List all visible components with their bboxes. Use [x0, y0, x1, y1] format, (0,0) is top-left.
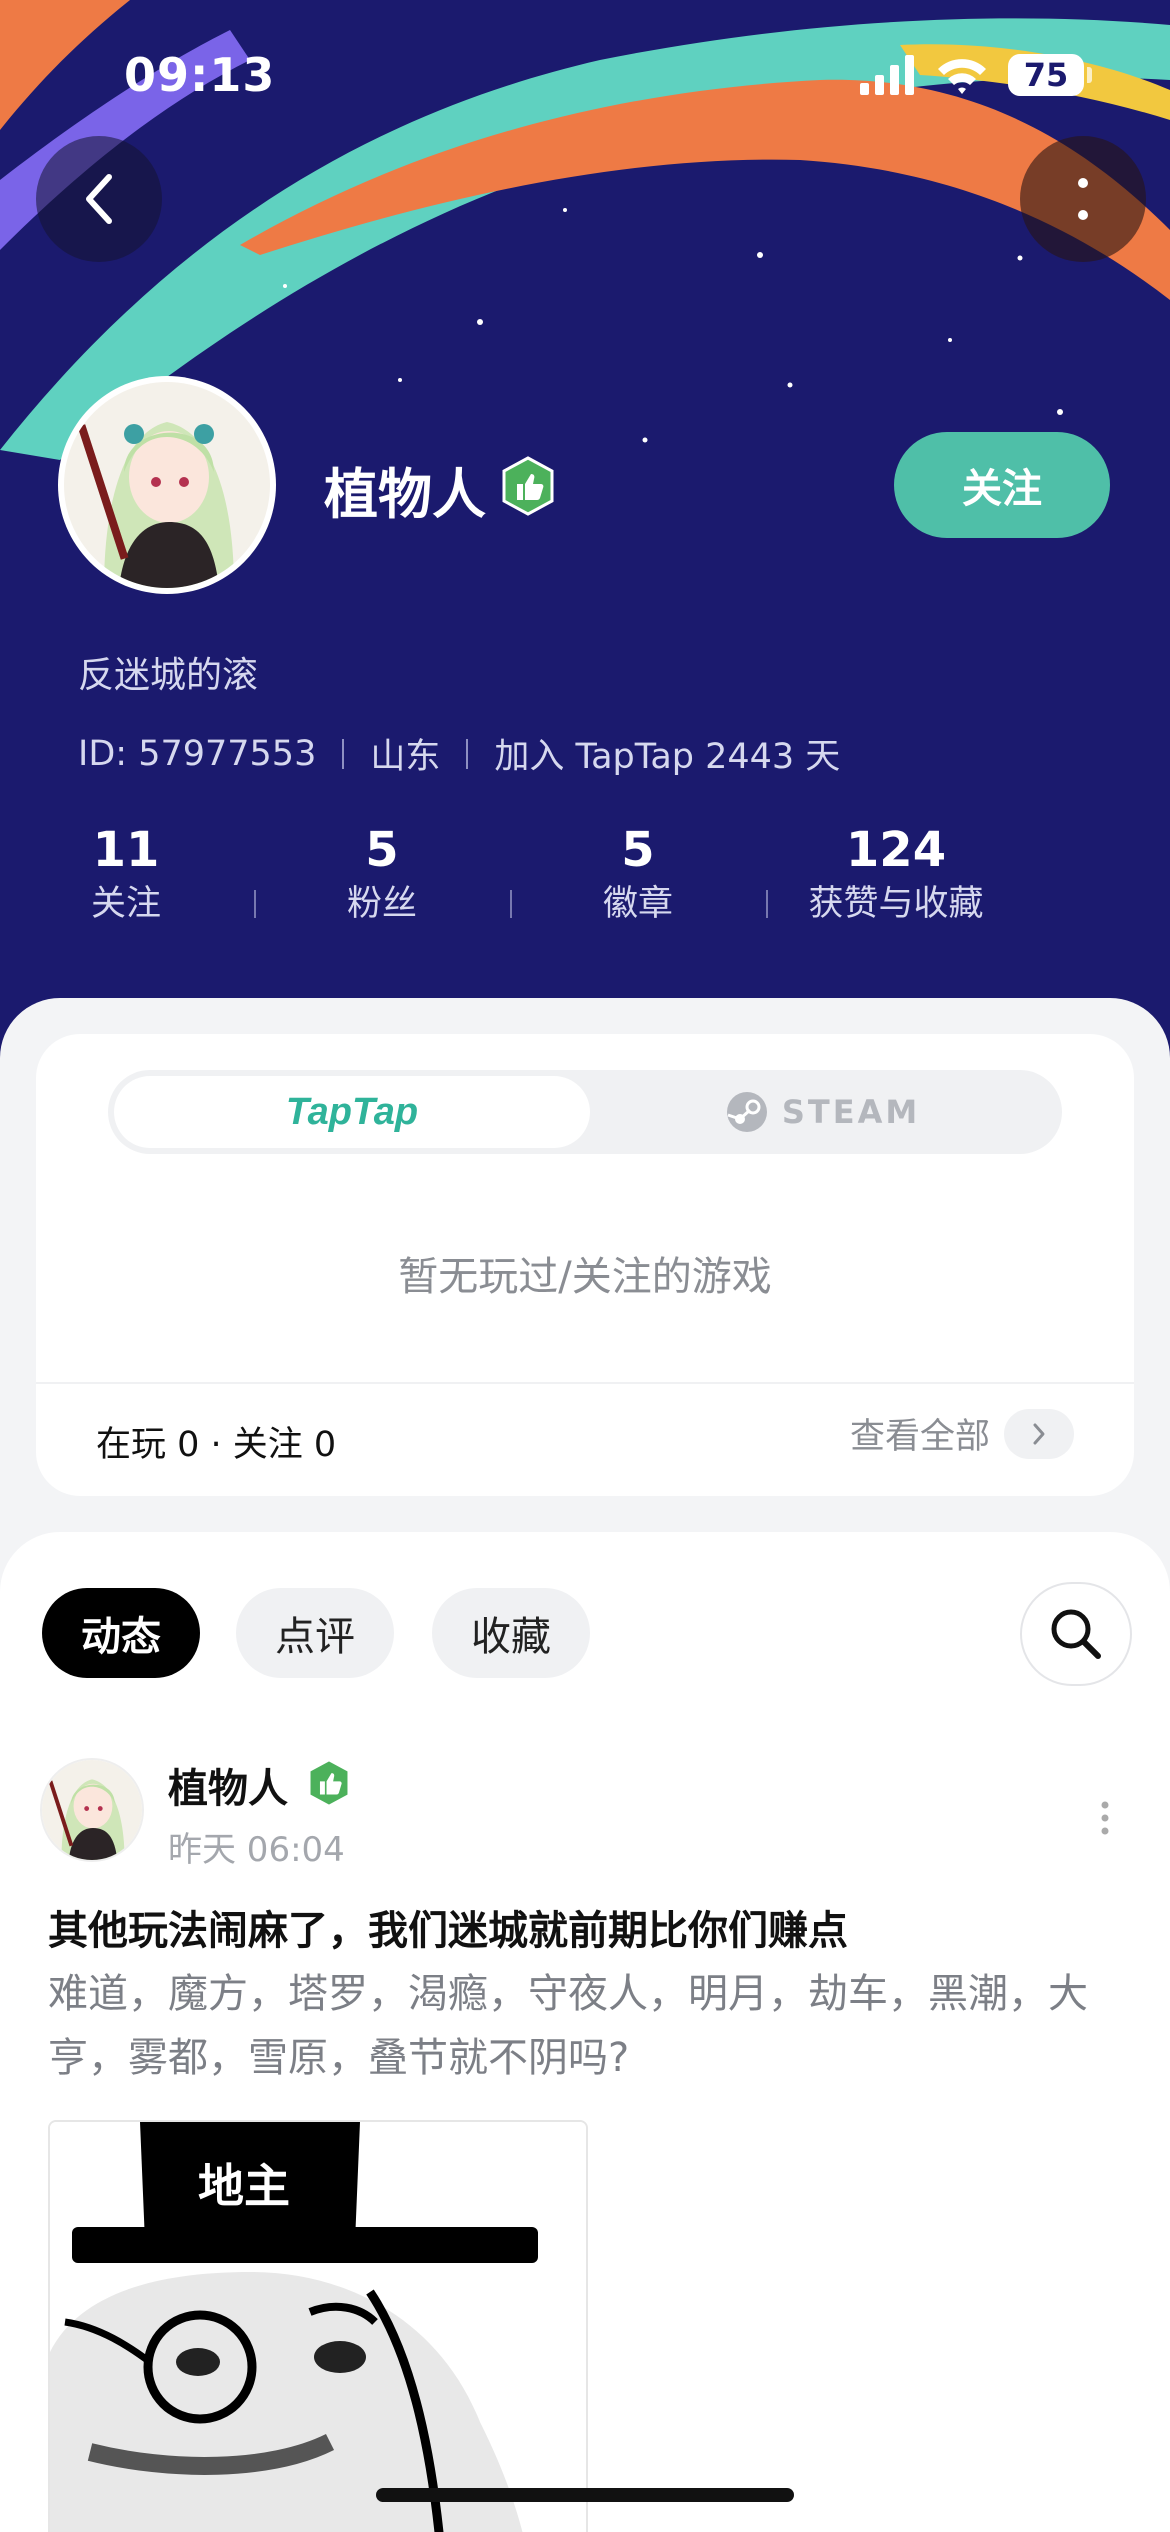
profile-username: 植物人: [324, 463, 486, 526]
post-title[interactable]: 其他玩法闹麻了，我们迷城就前期比你们赚点: [48, 1898, 848, 1956]
stat-likes-favorites[interactable]: 124 获赞与收藏: [808, 820, 983, 928]
profile-joined: 加入 TapTap 2443 天: [494, 737, 841, 777]
verified-thumbs-up-badge-icon: [308, 1758, 350, 1808]
stat-label: 粉丝: [346, 884, 418, 924]
steam-logo-icon: [726, 1092, 767, 1132]
games-card: TapTap STEAM 暂无玩过/关注的游戏 在玩 0 · 关注 0 查看全部: [36, 1034, 1134, 1496]
chevron-right-icon: [1033, 1423, 1045, 1444]
feed-search-button[interactable]: [1020, 1582, 1132, 1686]
follow-button[interactable]: 关注: [894, 432, 1110, 538]
stat-label: 关注: [90, 884, 162, 924]
stat-value: 5: [621, 822, 655, 878]
profile-id: ID: 57977553: [78, 733, 317, 774]
view-all-button[interactable]: 查看全部: [850, 1408, 1074, 1459]
profile-meta: ID: 57977553 山东 加入 TapTap 2443 天: [78, 728, 840, 779]
anime-avatar-image: [42, 1760, 142, 1860]
stat-divider: [766, 890, 768, 918]
post-more-icon[interactable]: [1100, 1800, 1110, 1836]
post-timestamp: 昨天 06:04: [168, 1830, 345, 1870]
profile-stats: 11 关注 5 粉丝 5 徽章 124 获赞与收藏: [0, 820, 1000, 930]
meta-divider: [466, 738, 469, 769]
home-indicator[interactable]: [376, 2488, 794, 2502]
battery-icon: 75: [1008, 54, 1092, 96]
stat-followers[interactable]: 5 粉丝: [347, 820, 417, 928]
stat-divider: [254, 890, 256, 918]
post-author-name[interactable]: 植物人: [168, 1756, 288, 1814]
search-icon: [1051, 1609, 1101, 1659]
status-bar-icons: 75: [858, 54, 1092, 96]
feed-section: 动态 点评 收藏 植物人 昨天 06:04 其他玩法闹麻了，我们迷城就前期比你们…: [0, 1532, 1170, 2532]
post-body[interactable]: 难道，魔方，塔罗，渴瘾，守夜人，明月，劫车，黑潮，大亨，雾都，雪原，叠节就不阴吗…: [48, 1962, 1128, 2090]
platform-tab-steam[interactable]: STEAM: [590, 1076, 1056, 1148]
steam-label: STEAM: [781, 1093, 921, 1131]
card-divider: [36, 1382, 1134, 1384]
tab-favorites[interactable]: 收藏: [432, 1588, 590, 1678]
stat-value: 5: [365, 822, 399, 878]
post-author-avatar[interactable]: [40, 1758, 144, 1862]
stat-value: 124: [845, 822, 947, 878]
games-summary: 在玩 0 · 关注 0: [96, 1425, 337, 1465]
platform-tab-taptap[interactable]: TapTap: [114, 1076, 590, 1148]
profile-region: 山东: [370, 737, 441, 777]
stat-label: 获赞与收藏: [808, 884, 984, 924]
meme-caption: 地主: [198, 2159, 290, 2213]
verified-thumbs-up-badge-icon: [502, 456, 554, 516]
meta-divider: [342, 738, 345, 769]
post-image-meme[interactable]: 地主: [48, 2120, 588, 2532]
profile-avatar[interactable]: [58, 376, 276, 594]
profile-header: 09:13 75 植物人 关注 反迷城的滚 ID: 57977553 山东 加入…: [0, 0, 1170, 1060]
back-button[interactable]: [36, 136, 162, 262]
status-bar-time: 09:13: [124, 48, 276, 102]
more-vertical-icon: [1078, 178, 1088, 220]
tab-reviews[interactable]: 点评: [236, 1588, 394, 1678]
profile-bio: 反迷城的滚: [78, 655, 259, 696]
chevron-left-icon: [86, 174, 112, 224]
stat-label: 徽章: [602, 884, 674, 924]
view-all-chevron: [1004, 1408, 1074, 1459]
more-options-button[interactable]: [1020, 136, 1146, 262]
platform-toggle: TapTap STEAM: [108, 1070, 1062, 1154]
stat-following[interactable]: 11 关注: [91, 820, 161, 928]
cellular-signal-icon: [860, 55, 914, 95]
view-all-label: 查看全部: [849, 1417, 990, 1457]
wifi-icon: [938, 59, 986, 94]
stat-badges[interactable]: 5 徽章: [603, 820, 673, 928]
games-empty-state: 暂无玩过/关注的游戏: [398, 1254, 772, 1300]
anime-avatar-image: [64, 382, 270, 588]
stat-divider: [510, 890, 512, 918]
tab-activity[interactable]: 动态: [42, 1588, 200, 1678]
stat-value: 11: [92, 822, 160, 878]
landlord-meme-image: [50, 2122, 586, 2532]
